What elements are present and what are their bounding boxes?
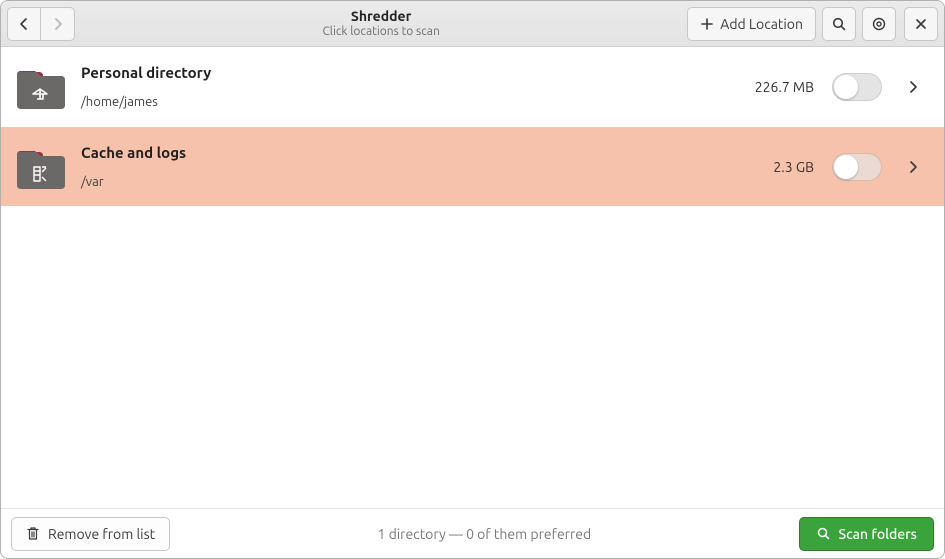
header-bar: Shredder Click locations to scan Add Loc…: [1, 1, 944, 47]
location-path: /home/james: [81, 95, 755, 109]
folder-icon: [11, 141, 69, 193]
location-row[interactable]: Personal directory /home/james 226.7 MB: [1, 47, 944, 127]
locations-list: Personal directory /home/james 226.7 MB …: [1, 47, 944, 508]
location-text: Cache and logs /var: [81, 144, 773, 189]
open-location-button[interactable]: [904, 78, 922, 96]
folder-icon: [11, 61, 69, 113]
app-title: Shredder: [75, 8, 687, 25]
location-path: /var: [81, 175, 773, 189]
close-icon: [914, 17, 928, 31]
close-button[interactable]: [904, 7, 938, 41]
search-icon: [831, 16, 847, 32]
nav-group: [7, 7, 75, 41]
title-area: Shredder Click locations to scan: [75, 8, 687, 39]
location-size: 226.7 MB: [755, 79, 814, 95]
search-icon: [816, 526, 831, 541]
open-location-button[interactable]: [904, 158, 922, 176]
chevron-right-icon: [51, 17, 65, 31]
scan-folders-button[interactable]: Scan folders: [799, 517, 934, 551]
gear-icon: [871, 16, 887, 32]
location-size: 2.3 GB: [773, 159, 814, 175]
forward-button[interactable]: [41, 7, 75, 41]
chevron-right-icon: [906, 80, 920, 94]
app-window: Shredder Click locations to scan Add Loc…: [0, 0, 945, 559]
preferred-toggle[interactable]: [832, 153, 882, 181]
preferred-toggle[interactable]: [832, 73, 882, 101]
location-text: Personal directory /home/james: [81, 64, 755, 109]
settings-button[interactable]: [862, 7, 896, 41]
footer-status: 1 directory — 0 of them preferred: [180, 526, 788, 542]
add-location-label: Add Location: [720, 16, 803, 32]
search-button[interactable]: [822, 7, 856, 41]
back-button[interactable]: [7, 7, 41, 41]
app-subtitle: Click locations to scan: [75, 25, 687, 39]
location-name: Personal directory: [81, 64, 755, 81]
plus-icon: [700, 17, 714, 31]
location-name: Cache and logs: [81, 144, 773, 161]
trash-icon: [26, 526, 40, 541]
location-row[interactable]: Cache and logs /var 2.3 GB: [1, 127, 944, 207]
scan-label: Scan folders: [839, 526, 917, 542]
add-location-button[interactable]: Add Location: [687, 7, 816, 41]
chevron-right-icon: [906, 160, 920, 174]
footer-bar: Remove from list 1 directory — 0 of them…: [1, 508, 944, 558]
chevron-left-icon: [17, 17, 31, 31]
remove-label: Remove from list: [48, 526, 155, 542]
header-actions: Add Location: [687, 7, 938, 41]
remove-from-list-button[interactable]: Remove from list: [11, 517, 170, 551]
